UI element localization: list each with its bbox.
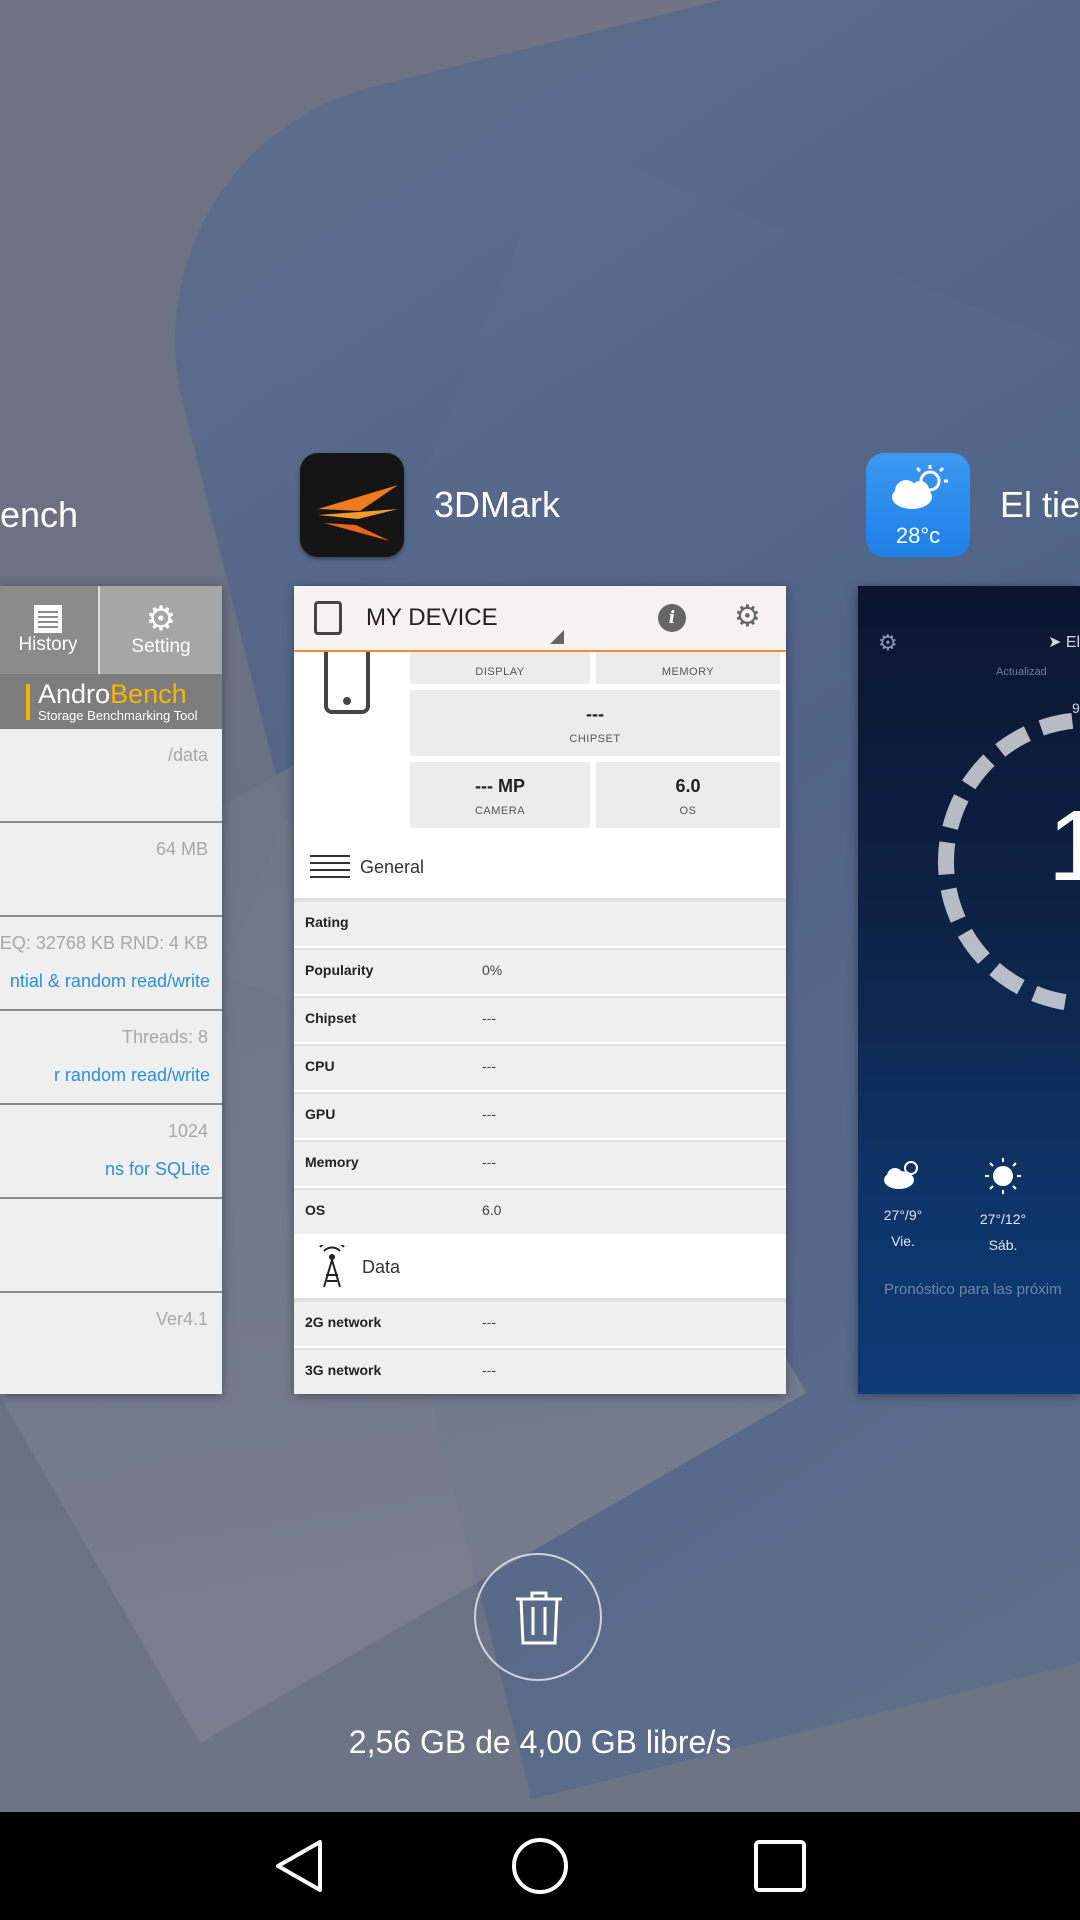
section-general: General (294, 836, 786, 900)
app-header-weather[interactable]: 28°c El tie (866, 450, 1080, 560)
tab-history[interactable]: History (0, 586, 98, 674)
tab-label: History (18, 634, 78, 655)
spec-memory: MEMORY (596, 652, 780, 684)
app-name: 3DMark (434, 484, 561, 525)
3dmark-app-icon (300, 453, 404, 557)
table-row: Memory --- (294, 1140, 786, 1186)
table-row: GPU --- (294, 1092, 786, 1138)
recents-button[interactable] (750, 1836, 810, 1896)
table-row: Chipset --- (294, 996, 786, 1042)
androbench-tabs: History ⚙ Setting (0, 586, 222, 674)
androbench-logo: AndroBench Storage Benchmarking Tool (0, 674, 222, 729)
table-row: CPU --- (294, 1044, 786, 1090)
updated-label: Actualizad (996, 666, 1047, 678)
section-data: Data (294, 1236, 786, 1300)
location-arrow-icon: ➤ (1048, 634, 1062, 651)
weather-app-icon: 28°c (866, 453, 970, 557)
antenna-icon (319, 1245, 345, 1288)
phone-icon (324, 652, 370, 714)
clear-all-button[interactable] (474, 1553, 602, 1681)
app-header-3dmark[interactable]: 3DMark (300, 450, 560, 560)
spec-display: DISPLAY (410, 652, 590, 684)
cloud-sun-icon (858, 1156, 948, 1201)
setting-row[interactable]: 64 MB (0, 823, 222, 917)
current-temp: 1 (1048, 790, 1080, 902)
back-icon (276, 1840, 322, 1892)
menu-lines-icon (310, 855, 350, 878)
memory-status: 2,56 GB de 4,00 GB libre/s (348, 1724, 732, 1760)
info-icon[interactable]: i (658, 604, 686, 632)
forecast-day: 27°/12° Sáb. (958, 1156, 1048, 1253)
setting-row[interactable]: Threads: 8 r random read/write (0, 1011, 222, 1105)
dropdown-arrow-icon[interactable] (550, 630, 564, 644)
table-row: OS 6.0 (294, 1188, 786, 1234)
app-name: El tie (1000, 484, 1080, 525)
location-label: ➤ El (1048, 634, 1080, 651)
setting-row[interactable] (0, 1199, 222, 1293)
gear-icon[interactable]: ⚙ (878, 630, 898, 656)
app-card-androbench[interactable]: History ⚙ Setting AndroBench Storage Ben… (0, 586, 222, 1394)
back-button[interactable] (270, 1836, 330, 1896)
table-row: 2G network --- (294, 1300, 786, 1346)
recents-icon (754, 1840, 806, 1892)
tablet-icon (314, 601, 342, 635)
table-row: 3G network --- (294, 1348, 786, 1394)
trash-icon (516, 1591, 562, 1645)
table-row: Popularity 0% (294, 948, 786, 994)
app-card-3dmark[interactable]: MY DEVICE i ⚙ DISPLAY MEMORY --- CHIPSET… (294, 586, 786, 1394)
sun-icon (958, 1156, 1048, 1205)
gear-icon: ⚙ (145, 600, 177, 638)
forecast-footer: Pronóstico para las próxim (884, 1281, 1062, 1298)
setting-row[interactable]: EQ: 32768 KB RND: 4 KB ntial & random re… (0, 917, 222, 1011)
tab-setting[interactable]: ⚙ Setting (98, 586, 222, 674)
gear-icon[interactable]: ⚙ (734, 602, 761, 632)
device-title[interactable]: MY DEVICE (366, 604, 498, 632)
spec-chipset: --- CHIPSET (410, 690, 780, 756)
setting-row[interactable]: /data (0, 729, 222, 823)
weather-icon-temp: 28°c (895, 523, 941, 548)
app-name: ench (0, 494, 79, 535)
navigation-bar (0, 1812, 1080, 1920)
home-button[interactable] (510, 1836, 570, 1896)
tab-label: Setting (131, 636, 191, 657)
setting-row[interactable]: Ver4.1 (0, 1293, 222, 1385)
app-card-weather[interactable]: ⚙ ➤ El Actualizad 9 1 27°/9° Vie. 27°/12… (858, 586, 1080, 1394)
spec-os: 6.0 OS (596, 762, 780, 828)
forecast-day: 27°/9° Vie. (858, 1156, 948, 1249)
app-header-androbench[interactable]: ench (0, 460, 78, 570)
setting-row[interactable]: 1024 ns for SQLite (0, 1105, 222, 1199)
spec-camera: --- MP CAMERA (410, 762, 590, 828)
3dmark-toolbar: MY DEVICE i ⚙ (294, 586, 786, 652)
list-icon (34, 605, 62, 633)
cloud-sun-icon (892, 465, 948, 509)
home-icon (512, 1838, 568, 1894)
table-row: Rating (294, 900, 786, 946)
device-specs: DISPLAY MEMORY --- CHIPSET --- MP CAMERA… (294, 652, 786, 836)
